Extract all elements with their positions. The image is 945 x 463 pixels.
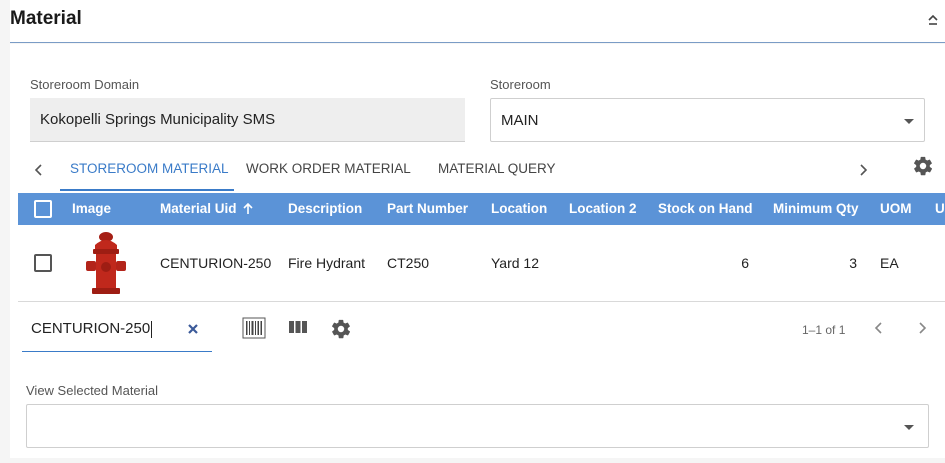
storeroom-domain-value: Kokopelli Springs Municipality SMS bbox=[40, 111, 276, 128]
view-selected-material-select[interactable] bbox=[26, 404, 929, 448]
chevron-down-icon bbox=[904, 119, 914, 124]
storeroom-domain-field: Kokopelli Springs Municipality SMS bbox=[30, 98, 465, 142]
columns-icon[interactable] bbox=[288, 319, 308, 335]
column-header-stock-on-hand[interactable]: Stock on Hand bbox=[658, 201, 753, 216]
cell-part-number: CT250 bbox=[387, 255, 430, 271]
panel-header[interactable]: Material bbox=[10, 0, 945, 43]
column-header-description[interactable]: Description bbox=[288, 201, 362, 216]
column-header-truncated[interactable]: U bbox=[935, 201, 945, 216]
column-header-image[interactable]: Image bbox=[72, 201, 111, 216]
row-checkbox[interactable] bbox=[34, 254, 52, 272]
close-icon[interactable] bbox=[186, 322, 200, 336]
tab-bar: STOREROOM MATERIAL WORK ORDER MATERIAL M… bbox=[18, 150, 938, 192]
active-tab-indicator bbox=[60, 189, 234, 191]
column-header-minimum-qty[interactable]: Minimum Qty bbox=[773, 201, 859, 216]
grid-toolbar: CENTURION-250 1–1 of 1 bbox=[18, 306, 945, 354]
previous-page-icon[interactable] bbox=[873, 321, 885, 335]
column-header-part-number[interactable]: Part Number bbox=[387, 201, 468, 216]
pager-range-text: 1–1 of 1 bbox=[802, 323, 846, 337]
cell-material-uid: CENTURION-250 bbox=[160, 255, 272, 271]
barcode-icon[interactable] bbox=[242, 317, 266, 339]
text-caret bbox=[151, 320, 153, 338]
view-selected-material-label: View Selected Material bbox=[26, 383, 158, 398]
tab-material-query[interactable]: MATERIAL QUERY bbox=[438, 161, 556, 176]
tab-work-order-material[interactable]: WORK ORDER MATERIAL bbox=[246, 161, 411, 176]
column-header-label: Material Uid bbox=[160, 201, 237, 216]
cell-location: Yard 12 bbox=[491, 255, 539, 271]
grid-settings-gear-icon[interactable] bbox=[330, 318, 352, 340]
column-header-material-uid[interactable]: Material Uid bbox=[160, 201, 254, 216]
storeroom-domain-label: Storeroom Domain bbox=[30, 77, 140, 92]
column-header-location-2[interactable]: Location 2 bbox=[569, 201, 637, 216]
storeroom-value: MAIN bbox=[501, 111, 539, 129]
fire-hydrant-image bbox=[86, 232, 126, 294]
chevron-left-icon[interactable] bbox=[32, 162, 46, 178]
search-value: CENTURION-250 bbox=[31, 320, 151, 337]
storeroom-select[interactable]: MAIN bbox=[490, 98, 925, 142]
panel-content: Storeroom Domain Kokopelli Springs Munic… bbox=[10, 44, 945, 458]
cell-minimum-qty: 3 bbox=[849, 255, 857, 271]
gear-icon[interactable] bbox=[912, 155, 934, 177]
column-header-uom[interactable]: UOM bbox=[880, 201, 912, 216]
storeroom-label: Storeroom bbox=[490, 77, 551, 92]
cell-stock-on-hand: 6 bbox=[741, 255, 749, 271]
cell-description: Fire Hydrant bbox=[288, 255, 366, 271]
column-header-location[interactable]: Location bbox=[491, 201, 547, 216]
tab-storeroom-material[interactable]: STOREROOM MATERIAL bbox=[70, 161, 229, 176]
grid-header: Image Material Uid Description Part Numb… bbox=[18, 193, 945, 225]
material-panel: Material Storeroom Domain Kokopelli Spri… bbox=[0, 0, 945, 463]
chevron-right-icon[interactable] bbox=[856, 162, 870, 178]
table-row[interactable]: CENTURION-250 Fire Hydrant CT250 Yard 12… bbox=[18, 225, 945, 302]
arrow-up-icon bbox=[243, 202, 253, 214]
collapse-icon[interactable] bbox=[927, 14, 939, 26]
next-page-icon[interactable] bbox=[916, 321, 928, 335]
cell-uom: EA bbox=[880, 255, 899, 271]
search-input[interactable]: CENTURION-250 bbox=[22, 306, 212, 352]
panel-title: Material bbox=[10, 8, 82, 29]
chevron-down-icon bbox=[904, 425, 914, 430]
select-all-checkbox[interactable] bbox=[34, 200, 52, 218]
